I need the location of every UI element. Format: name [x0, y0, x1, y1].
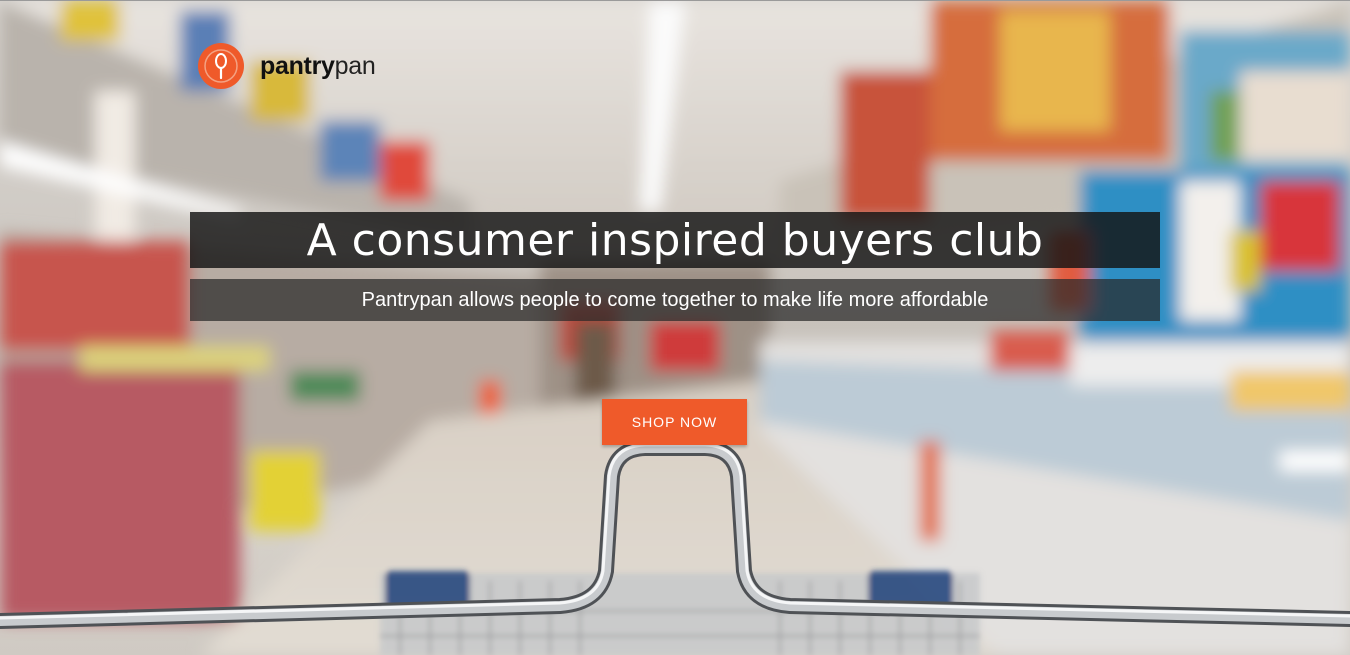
shop-now-button[interactable]: SHOP NOW — [602, 399, 747, 445]
headline-banner: A consumer inspired buyers club — [190, 212, 1160, 268]
brand-name-light: pan — [334, 51, 376, 80]
brand-name-bold: pantry — [260, 51, 335, 80]
hero-subheadline: Pantrypan allows people to come together… — [361, 288, 989, 311]
subheadline-banner: Pantrypan allows people to come together… — [190, 279, 1160, 321]
spoon-icon — [198, 43, 244, 89]
hero-headline: A consumer inspired buyers club — [306, 214, 1044, 266]
brand-wordmark: pantrypan — [260, 51, 376, 81]
brand-logo-link[interactable]: pantrypan — [198, 43, 376, 89]
hero-section: pantrypan A consumer inspired buyers clu… — [0, 0, 1350, 655]
hero-background-image — [0, 1, 1350, 655]
